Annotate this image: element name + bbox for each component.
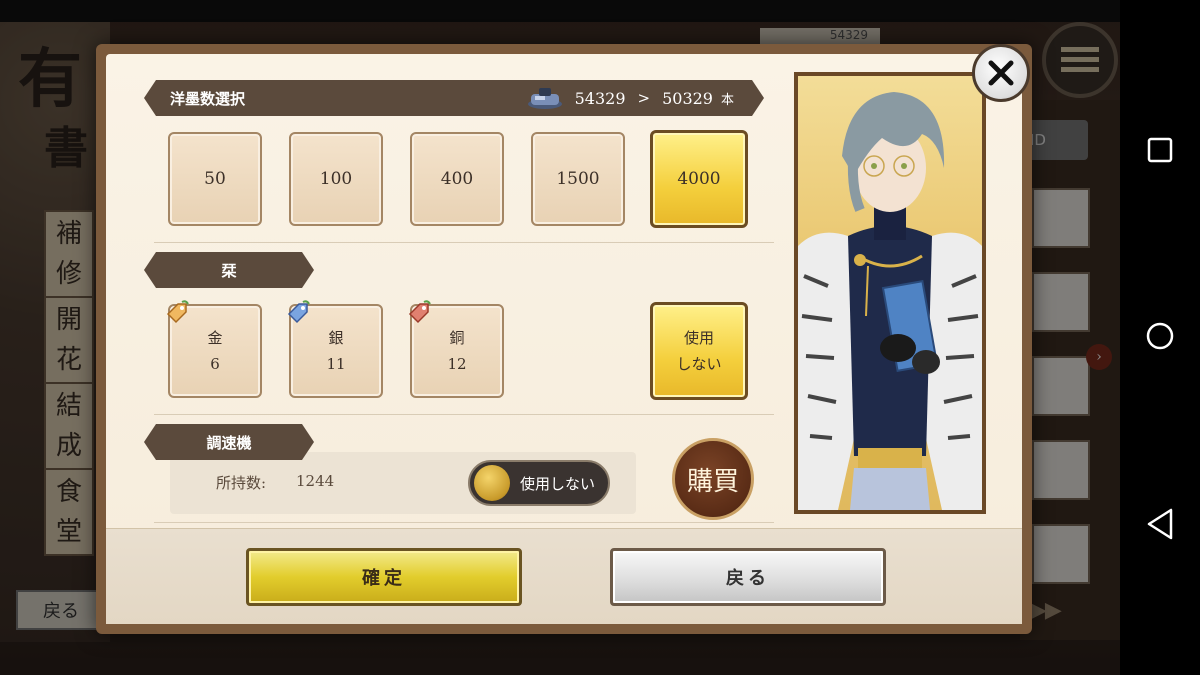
ink-choice-100[interactable]: 100 (289, 132, 383, 226)
bookmark-copper[interactable]: 銅 12 (408, 300, 504, 398)
back-button-label: 戻る (726, 568, 770, 589)
recents-button[interactable] (1140, 130, 1180, 170)
ink-arrow: > (637, 89, 651, 107)
back-nav-button[interactable] (1140, 504, 1180, 544)
bookmark-count: 12 (447, 355, 467, 373)
android-nav-bar (1120, 0, 1200, 675)
ink-choice-4000[interactable]: 4000 (650, 130, 748, 228)
owned-label: 所持数: (216, 474, 267, 492)
bookmark-none-line1: 使用 (683, 329, 714, 347)
back-triangle-icon (1147, 508, 1173, 540)
speed-device-toggle[interactable]: 使用しない (468, 460, 610, 506)
ink-choice-label: 4000 (677, 169, 721, 189)
ink-unit: 本 (720, 92, 734, 108)
bookmark-name: 銀 (328, 329, 344, 347)
bookmark-count: 11 (326, 355, 346, 373)
bookmark-section-title: 栞 (221, 261, 237, 280)
home-icon (1146, 322, 1174, 350)
ink-choice-label: 100 (319, 169, 353, 189)
confirm-button-label: 確定 (362, 568, 406, 589)
ink-current-value: 54329 (574, 88, 626, 108)
character-illustration (798, 92, 982, 510)
ink-choice-label: 50 (204, 169, 226, 189)
bookmark-section-header: 栞 (144, 252, 314, 288)
ink-section-header: 洋墨数選択 54329 > 50329 本 (144, 80, 764, 116)
confirm-button[interactable]: 確定 (246, 548, 522, 606)
copper-tag-icon (408, 300, 431, 324)
ink-choice-50[interactable]: 50 (168, 132, 262, 226)
close-button[interactable] (972, 44, 1030, 102)
recents-icon (1147, 137, 1173, 163)
silver-tag-icon (287, 300, 310, 324)
buy-button[interactable]: 購買 (672, 438, 754, 520)
ink-choice-400[interactable]: 400 (410, 132, 504, 226)
divider (154, 242, 774, 243)
bookmark-gold[interactable]: 金6 (166, 300, 262, 398)
gold-tag-icon (166, 300, 189, 324)
toggle-label: 使用しない (520, 474, 596, 493)
speed-section-title: 調速機 (206, 433, 252, 452)
bookmark-silver[interactable]: 銀 11 (287, 300, 383, 398)
bookmark-none-option[interactable]: 使用 しない (650, 302, 748, 400)
back-button[interactable]: 戻る (610, 548, 886, 606)
speed-section-header: 調速機 (144, 424, 314, 460)
home-button[interactable] (1140, 316, 1180, 356)
toggle-knob (474, 465, 510, 501)
character-portrait (794, 72, 986, 514)
divider (154, 414, 774, 415)
owned-value: 1244 (296, 472, 335, 490)
bookmark-name: 金 (207, 329, 223, 347)
bookmark-name: 銅 (449, 329, 465, 347)
buy-button-label: 購買 (686, 466, 739, 497)
ink-choice-label: 400 (440, 169, 474, 189)
ink-bottle-icon (525, 86, 565, 110)
close-icon (988, 60, 1014, 86)
divider (154, 522, 774, 523)
ink-after-value: 50329 (662, 88, 713, 108)
ink-section-title: 洋墨数選択 (170, 89, 246, 108)
bookmark-count: 6 (210, 355, 220, 373)
ink-choice-1500[interactable]: 1500 (531, 132, 625, 226)
ink-choice-label: 1500 (556, 169, 600, 189)
bookmark-none-line2: しない (676, 355, 722, 373)
